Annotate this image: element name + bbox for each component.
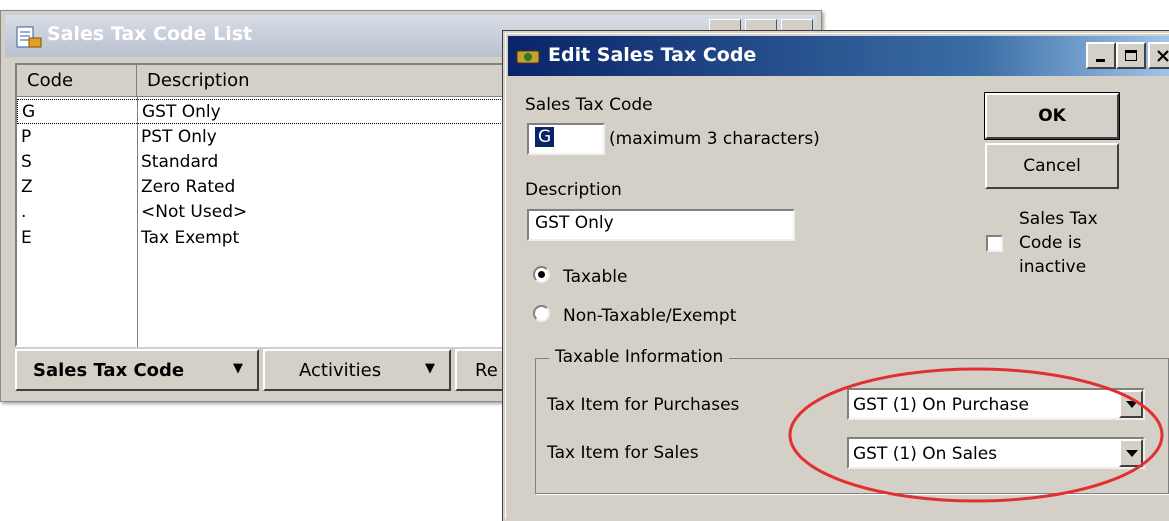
- maximize-icon: [1125, 49, 1137, 61]
- tax-code-icon: [516, 50, 540, 64]
- taxable-information-group: [535, 358, 1169, 494]
- dialog-title: Edit Sales Tax Code: [548, 44, 757, 66]
- row-description: Zero Rated: [141, 177, 236, 197]
- row-code: P: [21, 127, 32, 147]
- tax-item-purchases-value: GST (1) On Purchase: [853, 395, 1029, 415]
- sales-tax-code-label: Sales Tax Code: [525, 95, 653, 115]
- edit-sales-tax-code-dialog: Edit Sales Tax Code Sales Tax Code G (ma…: [503, 31, 1169, 521]
- row-description: Tax Exempt: [141, 228, 240, 248]
- sales-tax-code-input[interactable]: G: [527, 123, 605, 155]
- non-taxable-radio[interactable]: [533, 305, 550, 322]
- column-header-code[interactable]: Code: [17, 65, 137, 97]
- dialog-title-bar: Edit Sales Tax Code: [508, 36, 1169, 76]
- row-code: S: [21, 152, 32, 172]
- activities-menu-label: Activities: [299, 359, 382, 381]
- description-label: Description: [525, 180, 622, 200]
- maximize-button[interactable]: [1116, 42, 1146, 69]
- cancel-button[interactable]: Cancel: [985, 143, 1119, 189]
- row-description: Standard: [141, 152, 219, 172]
- taxable-information-title: Taxable Information: [549, 347, 730, 367]
- row-code: Z: [21, 177, 33, 197]
- tax-item-purchases-label: Tax Item for Purchases: [547, 395, 740, 415]
- non-taxable-radio-label: Non-Taxable/Exempt: [563, 306, 737, 326]
- description-input[interactable]: GST Only: [527, 209, 795, 241]
- row-description: PST Only: [141, 127, 217, 147]
- row-code: E: [21, 228, 32, 248]
- minimize-button[interactable]: [1086, 42, 1116, 69]
- inactive-label-line3: inactive: [1019, 257, 1087, 277]
- sales-tax-code-menu-label: Sales Tax Code: [33, 359, 185, 381]
- inactive-label-line1: Sales Tax: [1019, 209, 1098, 229]
- sales-tax-code-menu-button[interactable]: Sales Tax Code ▼: [15, 349, 259, 391]
- row-description: GST Only: [142, 102, 221, 122]
- code-max-hint: (maximum 3 characters): [609, 129, 820, 149]
- list-icon: [16, 26, 42, 48]
- dropdown-arrow-icon[interactable]: [1119, 439, 1143, 467]
- ok-button[interactable]: OK: [985, 93, 1119, 139]
- tax-item-purchases-select[interactable]: GST (1) On Purchase: [847, 388, 1145, 420]
- tax-item-sales-value: GST (1) On Sales: [853, 444, 998, 464]
- taxable-radio[interactable]: [533, 266, 550, 283]
- taxable-radio-label: Taxable: [563, 267, 628, 287]
- list-window-title: Sales Tax Code List: [47, 23, 253, 45]
- reports-menu-label: Re: [475, 359, 498, 381]
- sales-tax-code-value: G: [535, 127, 555, 147]
- row-code: .: [21, 202, 27, 222]
- close-button[interactable]: [1148, 42, 1169, 69]
- inactive-label-line2: Code is: [1019, 233, 1082, 253]
- dropdown-arrow-icon: ▼: [425, 361, 435, 376]
- activities-menu-button[interactable]: Activities ▼: [263, 349, 451, 391]
- minimize-icon: [1096, 58, 1105, 62]
- close-icon: [1157, 49, 1169, 62]
- inactive-checkbox[interactable]: [986, 235, 1003, 252]
- row-code: G: [22, 102, 36, 122]
- dropdown-arrow-icon: ▼: [233, 361, 243, 376]
- description-value: GST Only: [535, 213, 614, 233]
- row-description: <Not Used>: [141, 202, 248, 222]
- dropdown-arrow-icon[interactable]: [1119, 390, 1143, 418]
- tax-item-sales-select[interactable]: GST (1) On Sales: [847, 437, 1145, 469]
- tax-item-sales-label: Tax Item for Sales: [547, 443, 699, 463]
